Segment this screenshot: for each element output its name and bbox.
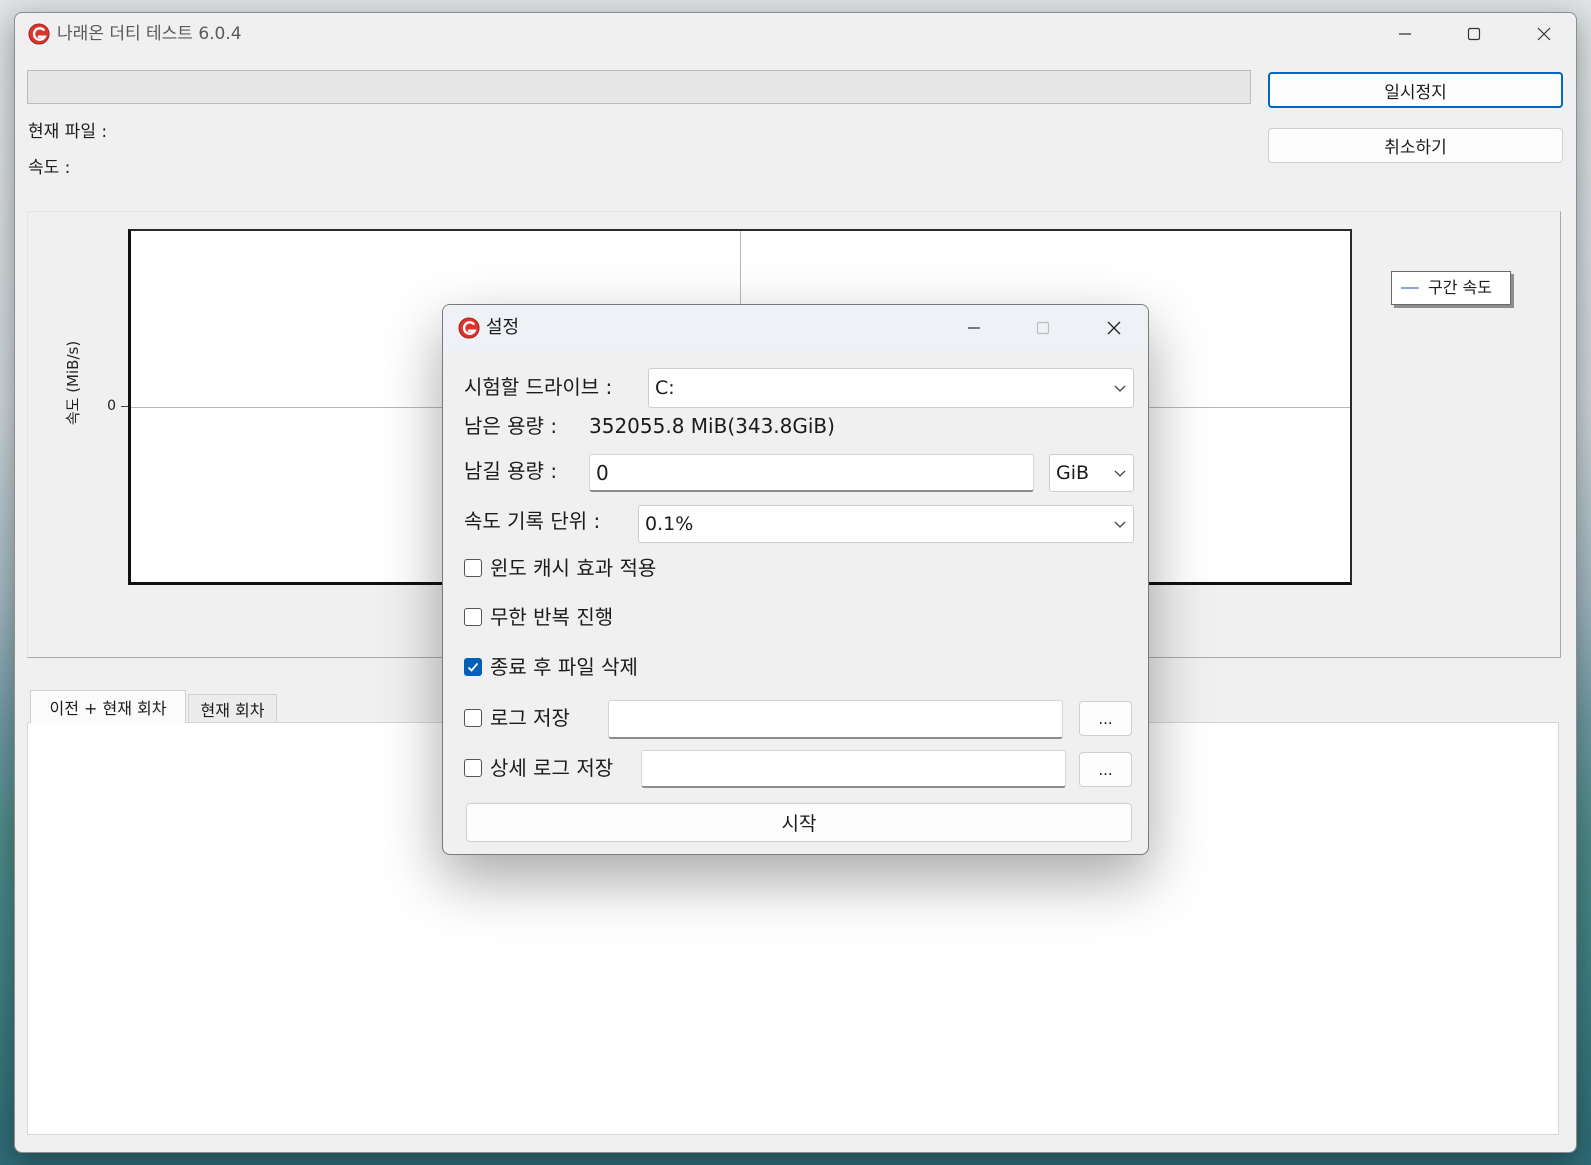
window-title: 나래온 더티 테스트 6.0.4: [57, 24, 242, 44]
maximize-icon: [1036, 321, 1050, 335]
tab-current-round[interactable]: 현재 회차: [188, 694, 277, 723]
checkbox: [464, 608, 482, 626]
chevron-down-icon: [1114, 521, 1126, 528]
reserve-unit-select[interactable]: GiB: [1049, 454, 1134, 492]
chart-y-axis-label: 속도 (MiB/s): [64, 340, 82, 426]
speed-label: 속도 :: [28, 158, 71, 178]
minimize-icon: [968, 327, 980, 329]
close-icon: [1537, 27, 1551, 41]
minimize-button[interactable]: [1382, 17, 1428, 51]
speed-record-unit-value: 0.1%: [645, 513, 694, 535]
legend-label: 구간 속도: [1428, 278, 1492, 297]
checkbox-label: 로그 저장: [490, 706, 570, 730]
dialog-minimize-button[interactable]: [951, 311, 997, 345]
detail-log-path-input[interactable]: [641, 750, 1066, 788]
app-logo-icon: [458, 317, 480, 339]
detail-log-browse-button[interactable]: ...: [1079, 752, 1132, 787]
dialog-close-button[interactable]: [1091, 311, 1137, 345]
infinite-repeat-checkbox[interactable]: 무한 반복 진행: [464, 604, 664, 630]
checkbox-label: 종료 후 파일 삭제: [490, 655, 638, 679]
save-detail-log-checkbox[interactable]: 상세 로그 저장: [464, 755, 634, 781]
pause-button[interactable]: 일시정지: [1268, 72, 1563, 108]
reserve-space-input[interactable]: 0: [589, 454, 1034, 492]
drive-select-value: C:: [655, 377, 675, 399]
chart-y-tick-label: 0: [107, 398, 116, 414]
cancel-button[interactable]: 취소하기: [1268, 128, 1563, 163]
current-file-label: 현재 파일 :: [28, 122, 108, 142]
dialog-maximize-button: [1020, 311, 1066, 345]
app-logo-icon: [28, 23, 50, 45]
log-path-input[interactable]: [608, 700, 1063, 739]
free-space-value: 352055.8 MiB(343.8GiB): [589, 414, 835, 438]
chevron-down-icon: [1114, 470, 1126, 477]
drive-label: 시험할 드라이브 :: [464, 375, 613, 399]
checkbox: [464, 658, 482, 676]
maximize-icon: [1467, 27, 1481, 41]
checkbox-label: 윈도 캐시 효과 적용: [490, 556, 657, 580]
checkbox: [464, 709, 482, 727]
minimize-icon: [1399, 33, 1411, 35]
speed-record-unit-select[interactable]: 0.1%: [638, 505, 1134, 543]
checkbox: [464, 559, 482, 577]
progress-bar: [27, 70, 1251, 104]
dialog-title: 설정: [486, 317, 520, 338]
windows-cache-checkbox[interactable]: 윈도 캐시 효과 적용: [464, 555, 704, 581]
legend-line-swatch: [1401, 287, 1419, 289]
delete-after-finish-checkbox[interactable]: 종료 후 파일 삭제: [464, 654, 684, 680]
close-icon: [1107, 321, 1121, 335]
free-space-label: 남은 용량 :: [464, 414, 558, 438]
reserve-space-label: 남길 용량 :: [464, 459, 558, 483]
chart-y-tick-mark: [121, 406, 128, 407]
checkbox: [464, 759, 482, 777]
tab-previous-and-current-round[interactable]: 이전 + 현재 회차: [30, 690, 186, 723]
log-browse-button[interactable]: ...: [1079, 701, 1132, 736]
start-button[interactable]: 시작: [466, 803, 1132, 842]
chevron-down-icon: [1114, 385, 1126, 392]
maximize-button[interactable]: [1451, 17, 1497, 51]
checkmark-icon: [467, 662, 479, 672]
checkbox-label: 무한 반복 진행: [490, 605, 614, 629]
reserve-unit-value: GiB: [1056, 462, 1090, 484]
speed-record-unit-label: 속도 기록 단위 :: [464, 509, 601, 533]
checkbox-label: 상세 로그 저장: [490, 756, 614, 780]
reserve-space-value: 0: [596, 460, 609, 485]
drive-select[interactable]: C:: [648, 368, 1134, 408]
chart-legend: 구간 속도: [1391, 271, 1511, 305]
save-log-checkbox[interactable]: 로그 저장: [464, 705, 599, 731]
settings-dialog: 설정 시험할 드라이브 : C: 남은 용량 : 352055.8 MiB(34…: [442, 304, 1149, 855]
close-button[interactable]: [1521, 17, 1567, 51]
